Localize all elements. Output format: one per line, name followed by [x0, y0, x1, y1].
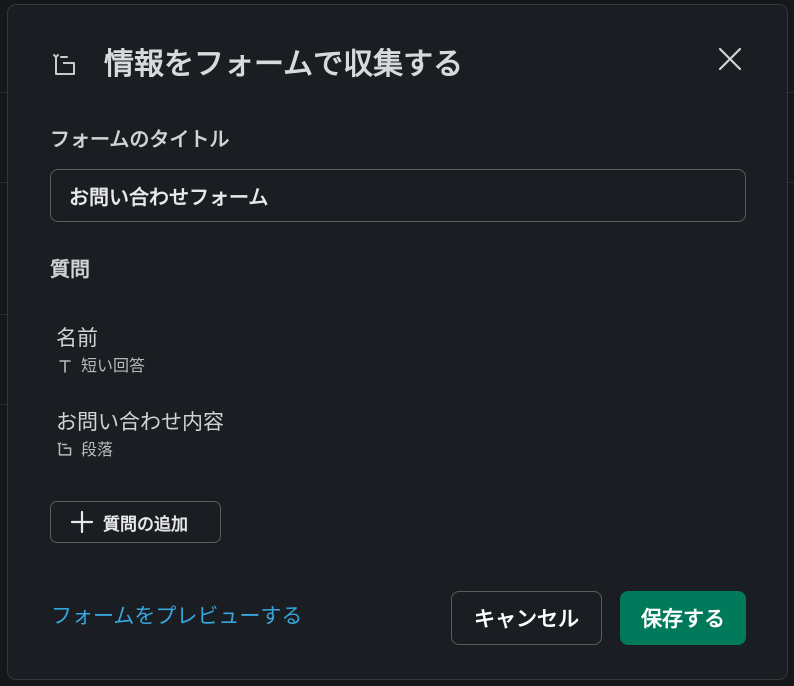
question-item-name[interactable]: 名前 短い回答: [56, 323, 145, 377]
question-type: 段落: [56, 439, 224, 461]
question-type-label: 段落: [81, 440, 114, 459]
cancel-button[interactable]: キャンセル: [451, 591, 602, 645]
close-icon: [718, 47, 742, 71]
background-divider: [788, 92, 794, 93]
paragraph-icon: [56, 441, 74, 459]
form-dialog: 情報をフォームで収集する フォームのタイトル 質問 名前 短い回答 お問い合わせ…: [7, 4, 788, 680]
question-name: お問い合わせ内容: [56, 410, 224, 434]
plus-icon: [71, 511, 93, 533]
form-title-label: フォームのタイトル: [50, 127, 230, 151]
add-question-label: 質問の追加: [103, 514, 188, 535]
questions-label: 質問: [50, 257, 90, 281]
background-divider: [788, 182, 794, 183]
question-item-inquiry[interactable]: お問い合わせ内容 段落: [56, 407, 224, 461]
question-type-label: 短い回答: [81, 356, 146, 375]
text-icon: [56, 357, 74, 375]
preview-form-link[interactable]: フォームをプレビューする: [51, 601, 302, 631]
save-button[interactable]: 保存する: [620, 591, 746, 645]
form-title-input[interactable]: [50, 169, 746, 222]
question-type: 短い回答: [56, 355, 145, 377]
dialog-title: 情報をフォームで収集する: [104, 47, 464, 82]
add-question-button[interactable]: 質問の追加: [50, 501, 221, 543]
paragraph-icon: [53, 54, 75, 75]
close-button[interactable]: [712, 41, 748, 77]
question-name: 名前: [56, 326, 98, 350]
